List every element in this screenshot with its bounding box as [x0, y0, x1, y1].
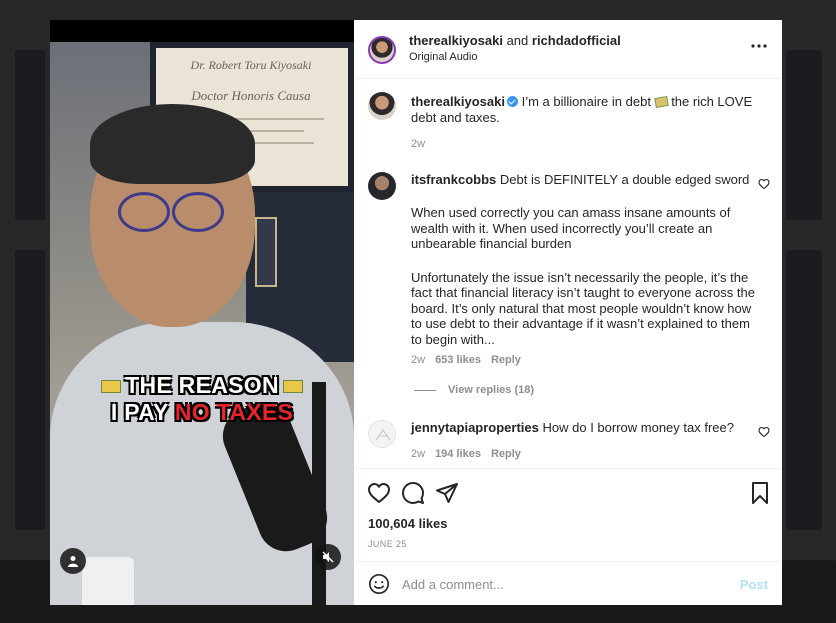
- user-icon: [68, 556, 78, 567]
- tagged-users-button[interactable]: [60, 548, 86, 574]
- comment-likes[interactable]: 653 likes: [435, 354, 481, 366]
- author-username[interactable]: therealkiyosaki: [409, 33, 503, 48]
- comment-bubble-icon[interactable]: [401, 481, 425, 505]
- caption-author-avatar[interactable]: [368, 92, 396, 120]
- more-icon: [751, 44, 767, 48]
- caption-username[interactable]: therealkiyosaki: [411, 94, 505, 109]
- comment-time[interactable]: 2w: [411, 354, 425, 366]
- glasses-right: [172, 192, 224, 232]
- likes-count[interactable]: 100,604 likes: [368, 516, 448, 531]
- comment-separator: ⠀⠀⠀⠀⠀⠀⠀⠀⠀⠀⠀⠀⠀⠀: [411, 255, 528, 267]
- comment-input[interactable]: [402, 574, 722, 594]
- like-comment-heart-icon[interactable]: [758, 426, 770, 438]
- glasses-left: [118, 192, 170, 232]
- diploma-title: Doctor Honoris Causa: [191, 88, 311, 103]
- comment-body: jennytapiaproperties How do I borrow mon…: [411, 420, 756, 436]
- reply-button[interactable]: Reply: [491, 448, 521, 460]
- reply-button[interactable]: Reply: [491, 354, 521, 366]
- bottle: [82, 557, 134, 605]
- medal: [255, 217, 277, 287]
- comment-paragraph: Unfortunately the issue isn’t necessaril…: [411, 269, 755, 347]
- diploma-name: Dr. Robert Toru Kiyosaki: [190, 58, 312, 72]
- speaker-muted-icon: [322, 551, 334, 563]
- post-date[interactable]: June 25: [368, 539, 407, 549]
- emoji-smiley-icon[interactable]: [368, 573, 390, 595]
- comments-list[interactable]: therealkiyosaki I’m a billionaire in deb…: [354, 80, 782, 468]
- like-heart-icon[interactable]: [367, 481, 391, 505]
- person-hair: [90, 104, 255, 184]
- author-avatar[interactable]: [368, 36, 396, 64]
- money-emoji-icon: [653, 95, 669, 109]
- comment-meta: 2w 653 likes Reply: [411, 354, 521, 366]
- comment-item: itsfrankcobbs Debt is DEFINITELY a doubl…: [354, 170, 782, 460]
- comment-item: jennytapiaproperties How do I borrow mon…: [354, 418, 782, 468]
- mute-button[interactable]: [315, 544, 341, 570]
- money-icon: [101, 380, 122, 394]
- post-details-panel: therealkiyosaki and richdadofficial Orig…: [354, 20, 782, 605]
- view-replies-label: View replies (18): [448, 384, 535, 396]
- post-actions: 100,604 likes June 25: [354, 468, 782, 560]
- comment-text: Debt is DEFINITELY a double edged sword: [499, 172, 750, 187]
- share-paper-plane-icon[interactable]: [435, 481, 459, 505]
- header-joiner: and: [506, 33, 529, 48]
- video-caption-line-2: I PAY NO TAXES: [50, 399, 354, 426]
- comment-paragraph: When used correctly you can amass insane…: [411, 205, 731, 252]
- caption-time[interactable]: 2w: [411, 138, 425, 150]
- commenter-username[interactable]: jennytapiaproperties: [411, 420, 539, 435]
- video-caption-line-1: THE REASON: [50, 372, 354, 399]
- comment-meta: 2w 194 likes Reply: [411, 448, 521, 460]
- commenter-username[interactable]: itsfrankcobbs: [411, 172, 496, 187]
- collaborator-username[interactable]: richdadofficial: [532, 33, 621, 48]
- comment-likes[interactable]: 194 likes: [435, 448, 481, 460]
- like-comment-heart-icon[interactable]: [758, 178, 770, 190]
- save-bookmark-icon[interactable]: [748, 481, 772, 505]
- post-caption: therealkiyosaki I’m a billionaire in deb…: [354, 80, 782, 158]
- comment-text: How do I borrow money tax free?: [542, 420, 734, 435]
- caption-text: I PAY: [110, 399, 169, 425]
- audio-link[interactable]: Original Audio: [409, 51, 478, 63]
- money-icon: [282, 380, 303, 394]
- comment-body: itsfrankcobbs Debt is DEFINITELY a doubl…: [411, 172, 756, 348]
- caption-text: THE REASON: [125, 372, 279, 398]
- commenter-avatar[interactable]: [368, 420, 396, 448]
- replies-line: [414, 389, 436, 391]
- caption-text-red: NO TAXES: [174, 399, 294, 425]
- property-logo-icon: [375, 428, 391, 441]
- video-frame[interactable]: Dr. Robert Toru Kiyosaki Doctor Honoris …: [50, 42, 354, 605]
- commenter-avatar[interactable]: [368, 172, 396, 200]
- verified-badge-icon: [506, 96, 518, 107]
- caption-meta: 2w: [411, 138, 425, 150]
- caption-text-start: I’m a billionaire in debt: [521, 94, 651, 109]
- more-options-button[interactable]: [750, 37, 768, 60]
- post-button[interactable]: Post: [740, 577, 768, 592]
- post-header-title: therealkiyosaki and richdadofficial: [409, 33, 621, 48]
- post-header: therealkiyosaki and richdadofficial Orig…: [354, 20, 782, 79]
- video-panel[interactable]: Dr. Robert Toru Kiyosaki Doctor Honoris …: [50, 20, 354, 605]
- add-comment-bar: Post: [354, 561, 782, 605]
- caption-body: therealkiyosaki I’m a billionaire in deb…: [411, 94, 756, 125]
- view-replies-button[interactable]: View replies (18): [414, 384, 534, 396]
- comment-separator: ⠀⠀⠀⠀⠀⠀⠀⠀⠀⠀⠀⠀⠀⠀: [411, 191, 528, 203]
- comment-time[interactable]: 2w: [411, 448, 425, 460]
